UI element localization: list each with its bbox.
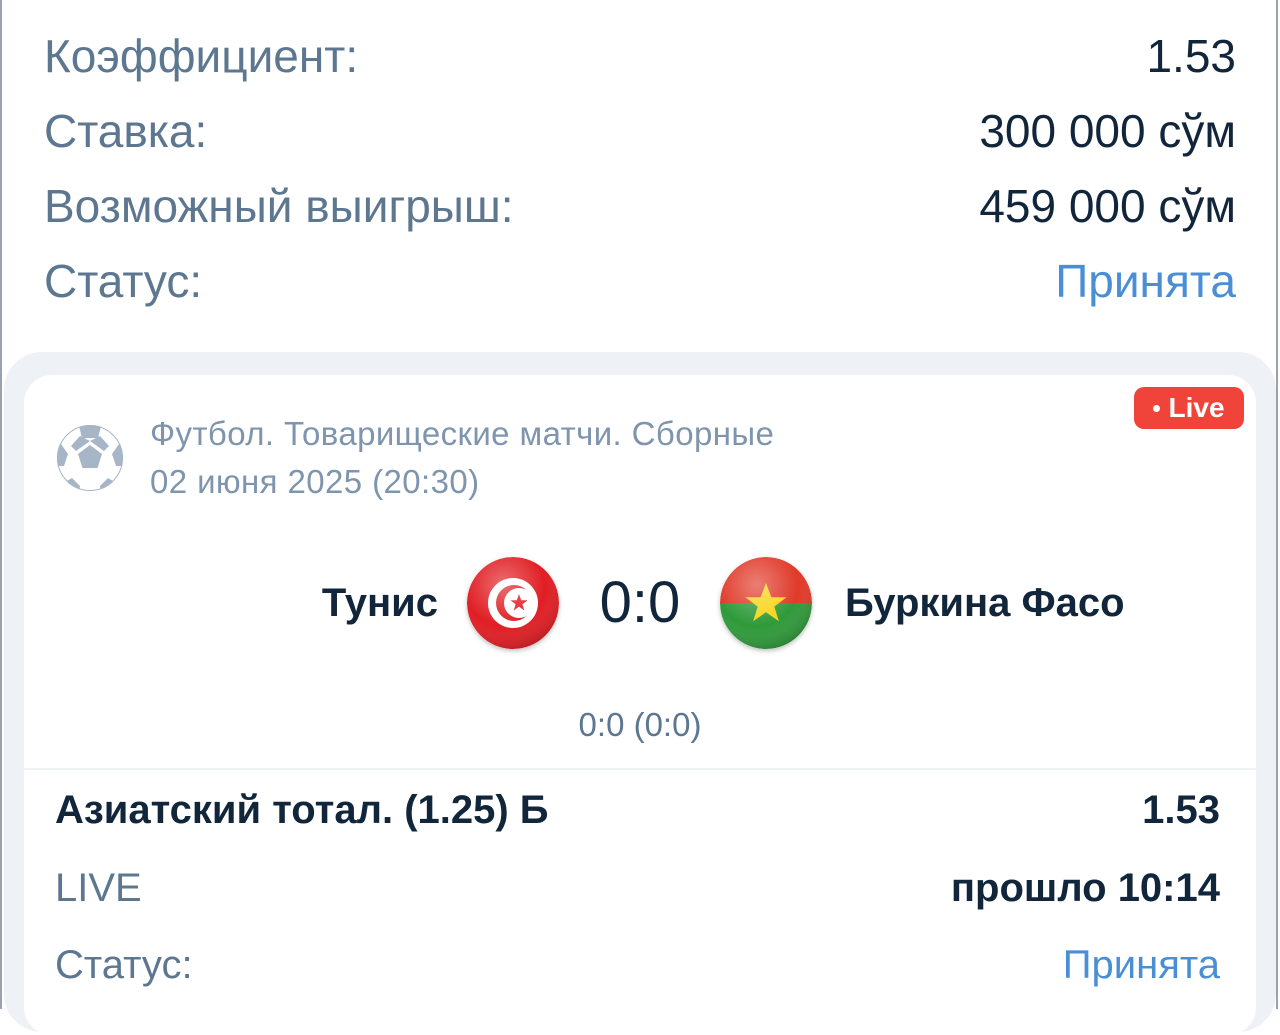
odds-label: Коэффициент: <box>44 30 359 82</box>
home-team-name: Тунис <box>321 581 438 625</box>
event-datetime: 02 июня 2025 (20:30) <box>150 463 480 500</box>
odds-value: 1.53 <box>1146 30 1236 82</box>
status-row: Статус: Принята <box>44 251 1236 311</box>
bet-status-label: Статус: <box>55 943 193 987</box>
halftime-score: 0:0 (0:0) <box>578 706 702 743</box>
football-icon <box>57 425 123 491</box>
divider <box>24 768 1256 770</box>
possible-win-row: Возможный выигрыш: 459 000 сўм <box>44 176 1236 236</box>
stake-label: Ставка: <box>44 105 208 157</box>
bet-status-value: Принята <box>1062 943 1220 987</box>
bet-odds: 1.53 <box>1142 788 1220 832</box>
burkina-faso-flag-icon <box>720 557 812 649</box>
league-name: Футбол. Товарищеские матчи. Сборные <box>150 415 775 452</box>
bet-elapsed: прошло 10:14 <box>950 866 1220 910</box>
stake-row: Ставка: 300 000 сўм <box>44 101 1236 161</box>
bet-market-row: Азиатский тотал. (1.25) Б 1.53 <box>55 782 1220 838</box>
tunisia-flag-icon <box>467 557 559 649</box>
live-badge-label: Live <box>1168 392 1225 423</box>
status-label: Статус: <box>44 255 203 307</box>
bet-mode: LIVE <box>55 866 142 910</box>
live-badge: Live <box>1134 387 1244 429</box>
odds-row: Коэффициент: 1.53 <box>44 26 1236 86</box>
bet-market: Азиатский тотал. (1.25) Б <box>55 788 549 832</box>
status-value: Принята <box>1055 255 1236 307</box>
match-score: 0:0 <box>599 570 681 635</box>
event-info: Футбол. Товарищеские матчи. Сборные 02 и… <box>150 410 774 506</box>
stake-value: 300 000 сўм <box>979 105 1236 157</box>
possible-win-value: 459 000 сўм <box>979 180 1236 232</box>
live-dot-icon <box>1153 404 1161 412</box>
possible-win-label: Возможный выигрыш: <box>44 180 514 232</box>
bet-time-row: LIVE прошло 10:14 <box>55 860 1220 916</box>
away-team-name: Буркина Фасо <box>845 581 1125 625</box>
bet-status-row: Статус: Принята <box>55 937 1220 993</box>
